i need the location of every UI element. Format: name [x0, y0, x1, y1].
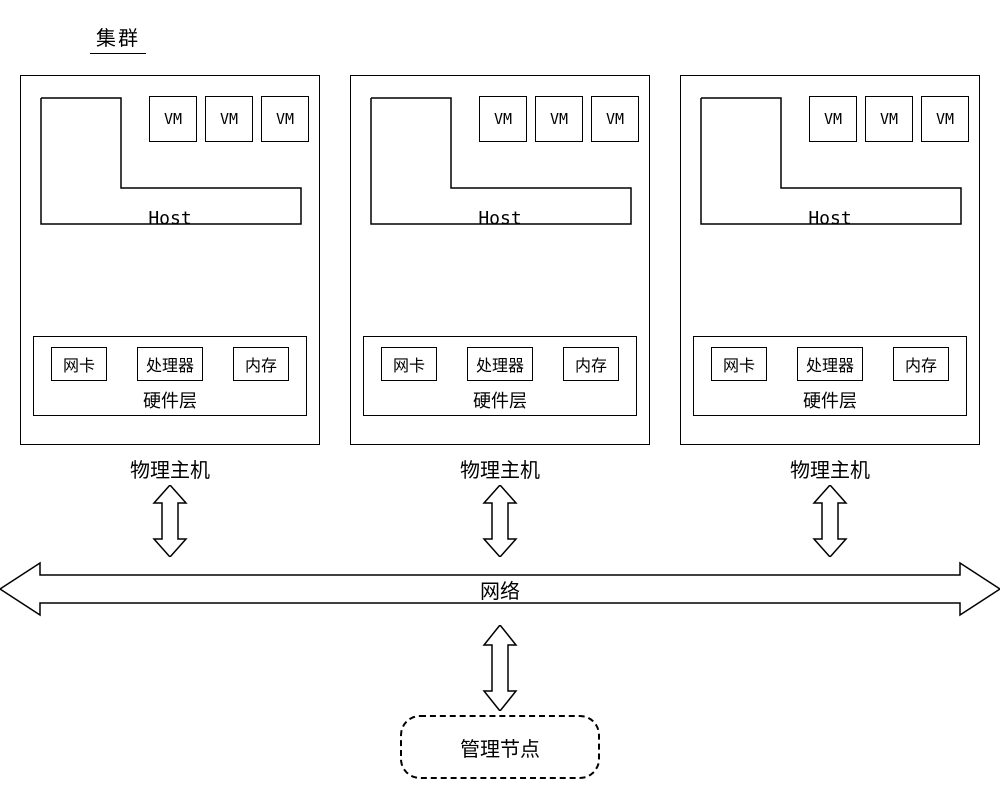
- hardware-layer-label: 硬件层: [694, 387, 966, 413]
- vm-label: VM: [164, 110, 182, 128]
- management-node-label: 管理节点: [460, 733, 540, 762]
- vm-box: VM: [809, 96, 857, 142]
- arrow-host-to-net: [812, 485, 848, 557]
- hw-mem: 内存: [893, 347, 949, 381]
- network-label: 网络: [0, 575, 1000, 604]
- vm-box: VM: [921, 96, 969, 142]
- hw-cpu: 处理器: [797, 347, 863, 381]
- vm-box: VM: [591, 96, 639, 142]
- vm-label: VM: [276, 110, 294, 128]
- hw-cpu: 处理器: [467, 347, 533, 381]
- hardware-layer-label: 硬件层: [364, 387, 636, 413]
- hardware-layer: 网卡处理器内存硬件层: [363, 336, 637, 416]
- physical-host-caption: 物理主机: [351, 454, 649, 483]
- host-label: Host: [681, 208, 979, 229]
- arrow-host-to-net: [482, 485, 518, 557]
- physical-host: VMVMVMHost网卡处理器内存硬件层物理主机: [680, 75, 980, 445]
- vm-row: VM VM VM: [479, 96, 639, 142]
- vm-box: VM: [535, 96, 583, 142]
- vm-row: VM VM VM: [149, 96, 309, 142]
- hardware-layer: 网卡处理器内存硬件层: [33, 336, 307, 416]
- management-node: 管理节点: [400, 715, 600, 779]
- host-label: Host: [351, 208, 649, 229]
- physical-host-caption: 物理主机: [21, 454, 319, 483]
- physical-host: VMVMVMHost网卡处理器内存硬件层物理主机: [20, 75, 320, 445]
- vm-label: VM: [824, 110, 842, 128]
- vm-label: VM: [606, 110, 624, 128]
- arrow-net-to-mgmt: [482, 625, 518, 711]
- hw-nic: 网卡: [711, 347, 767, 381]
- vm-box: VM: [865, 96, 913, 142]
- vm-label: VM: [880, 110, 898, 128]
- vm-label: VM: [220, 110, 238, 128]
- vm-label: VM: [550, 110, 568, 128]
- vm-label: VM: [936, 110, 954, 128]
- vm-box: VM: [205, 96, 253, 142]
- hardware-layer-label: 硬件层: [34, 387, 306, 413]
- hw-nic: 网卡: [51, 347, 107, 381]
- hw-nic: 网卡: [381, 347, 437, 381]
- physical-host: VMVMVMHost网卡处理器内存硬件层物理主机: [350, 75, 650, 445]
- hw-mem: 内存: [563, 347, 619, 381]
- hardware-layer: 网卡处理器内存硬件层: [693, 336, 967, 416]
- cluster-label: 集群: [90, 22, 146, 54]
- arrow-host-to-net: [152, 485, 188, 557]
- vm-row: VM VM VM: [809, 96, 969, 142]
- hosts-row: VMVMVMHost网卡处理器内存硬件层物理主机VMVMVMHost网卡处理器内…: [20, 75, 980, 445]
- physical-host-caption: 物理主机: [681, 454, 979, 483]
- hw-mem: 内存: [233, 347, 289, 381]
- hw-cpu: 处理器: [137, 347, 203, 381]
- vm-box: VM: [479, 96, 527, 142]
- vm-label: VM: [494, 110, 512, 128]
- vm-box: VM: [149, 96, 197, 142]
- host-label: Host: [21, 208, 319, 229]
- vm-box: VM: [261, 96, 309, 142]
